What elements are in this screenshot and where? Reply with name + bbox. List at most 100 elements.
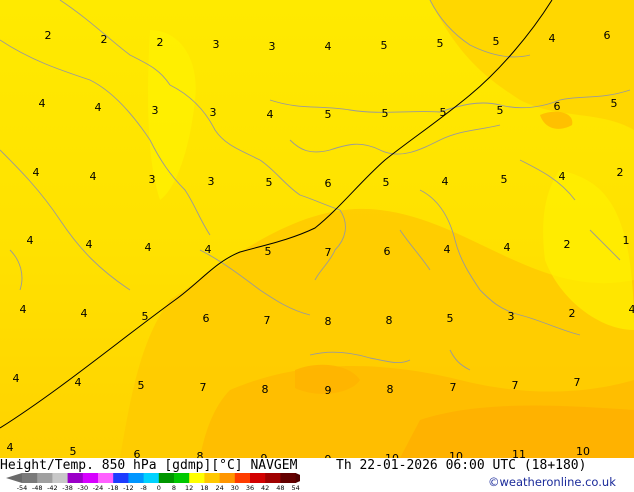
contour-label: 6 (325, 177, 332, 190)
contour-label: 3 (508, 310, 515, 323)
contour-label: 11 (512, 448, 526, 458)
contour-label: 2 (45, 29, 52, 42)
contour-label: 5 (437, 37, 444, 50)
contour-label: 4 (559, 170, 566, 183)
contour-label: 10 (449, 450, 463, 458)
legend-tick-label: 12 (185, 484, 193, 492)
legend-tick-label: -8 (140, 484, 146, 492)
contour-label: 7 (325, 246, 332, 259)
legend-swatch (174, 473, 190, 483)
contour-label: 7 (264, 314, 271, 327)
contour-label: 4 (267, 108, 274, 121)
legend-swatch (189, 473, 205, 483)
contour-label: 6 (203, 312, 210, 325)
contour-label: 3 (149, 173, 156, 186)
contour-label: 4 (39, 97, 46, 110)
contour-label: 4 (81, 307, 88, 320)
map-datetime: Th 22-01-2026 06:00 UTC (18+180) (336, 458, 586, 473)
legend-tick-label: 0 (157, 484, 161, 492)
contour-label: 5 (447, 312, 454, 325)
legend-tick-label: -30 (77, 484, 88, 492)
legend-swatch (98, 473, 114, 483)
contour-label: 8 (325, 315, 332, 328)
legend-tick-label: 8 (172, 484, 176, 492)
legend-swatch (128, 473, 144, 483)
legend-tick-label: -18 (108, 484, 119, 492)
contour-label: 5 (382, 107, 389, 120)
legend-swatch (68, 473, 84, 483)
contour-label: 2 (569, 307, 576, 320)
contour-label: 8 (386, 314, 393, 327)
contour-label: 7 (450, 381, 457, 394)
contour-label: 2 (617, 166, 624, 179)
legend-swatch (280, 473, 296, 483)
legend-swatch (83, 473, 99, 483)
contour-label: 4 (205, 243, 212, 256)
contour-label: 4 (90, 170, 97, 183)
contour-label: 4 (86, 238, 93, 251)
legend-swatch (265, 473, 281, 483)
legend-tick-label: 54 (291, 484, 299, 492)
legend-swatch (37, 473, 53, 483)
contour-label: 5 (440, 106, 447, 119)
legend-tick-label: 42 (261, 484, 269, 492)
contour-label: 6 (604, 29, 611, 42)
legend-tick-label: 48 (276, 484, 284, 492)
contour-label: 4 (75, 376, 82, 389)
contour-label: 5 (611, 97, 618, 110)
contour-label: 2 (564, 238, 571, 251)
map-title: Height/Temp. 850 hPa [gdmp][°C] NAVGEM (0, 458, 297, 473)
legend-swatch (159, 473, 175, 483)
legend-arrow-left (6, 473, 22, 483)
credit-link[interactable]: ©weatheronline.co.uk (488, 475, 616, 489)
contour-label: 6 (134, 448, 141, 458)
legend-tick-label: -48 (32, 484, 43, 492)
contour-label: 4 (325, 40, 332, 53)
map-footer: Height/Temp. 850 hPa [gdmp][°C] NAVGEM T… (0, 458, 634, 490)
contour-label: 5 (325, 108, 332, 121)
contour-label: 9 (325, 384, 332, 397)
contour-label: 1 (623, 234, 630, 247)
contour-label: 4 (7, 441, 14, 454)
contour-label: 7 (574, 376, 581, 389)
legend-tick-label: -42 (47, 484, 58, 492)
contour-label: 3 (210, 106, 217, 119)
contour-label: 6 (384, 245, 391, 258)
legend-swatch (250, 473, 266, 483)
contour-label: 4 (27, 234, 34, 247)
legend-tick-label: 30 (231, 484, 239, 492)
contour-label: 5 (265, 245, 272, 258)
legend-swatch (52, 473, 68, 483)
contour-label: 4 (504, 241, 511, 254)
contour-label: 5 (493, 35, 500, 48)
contour-label: 4 (549, 32, 556, 45)
contour-label: 2 (101, 33, 108, 46)
weather-map: 2223345554644334555565443356545424444576… (0, 0, 634, 458)
contour-label: 4 (629, 303, 634, 316)
legend-tick-label: -24 (93, 484, 104, 492)
legend-tick-label: -54 (17, 484, 28, 492)
legend-tick-label: 24 (215, 484, 223, 492)
legend-swatch (235, 473, 251, 483)
contour-label: 4 (33, 166, 40, 179)
contour-label: 6 (554, 100, 561, 113)
contour-label: 8 (197, 450, 204, 458)
legend-tick-label: 36 (246, 484, 254, 492)
legend-tick-label: -38 (62, 484, 73, 492)
contour-label: 10 (576, 445, 590, 458)
contour-label: 5 (70, 445, 77, 458)
contour-label: 3 (213, 38, 220, 51)
contour-label: 4 (20, 303, 27, 316)
legend-swatch (220, 473, 236, 483)
legend-tick-label: 18 (200, 484, 208, 492)
contour-label: 5 (266, 176, 273, 189)
contour-label: 2 (157, 36, 164, 49)
contour-label: 5 (142, 310, 149, 323)
contour-label: 5 (497, 104, 504, 117)
temperature-legend (0, 472, 300, 484)
legend-swatch (204, 473, 220, 483)
contour-label: 7 (200, 381, 207, 394)
legend-tick-label: -12 (123, 484, 134, 492)
legend-swatch (113, 473, 129, 483)
contour-label: 4 (442, 175, 449, 188)
